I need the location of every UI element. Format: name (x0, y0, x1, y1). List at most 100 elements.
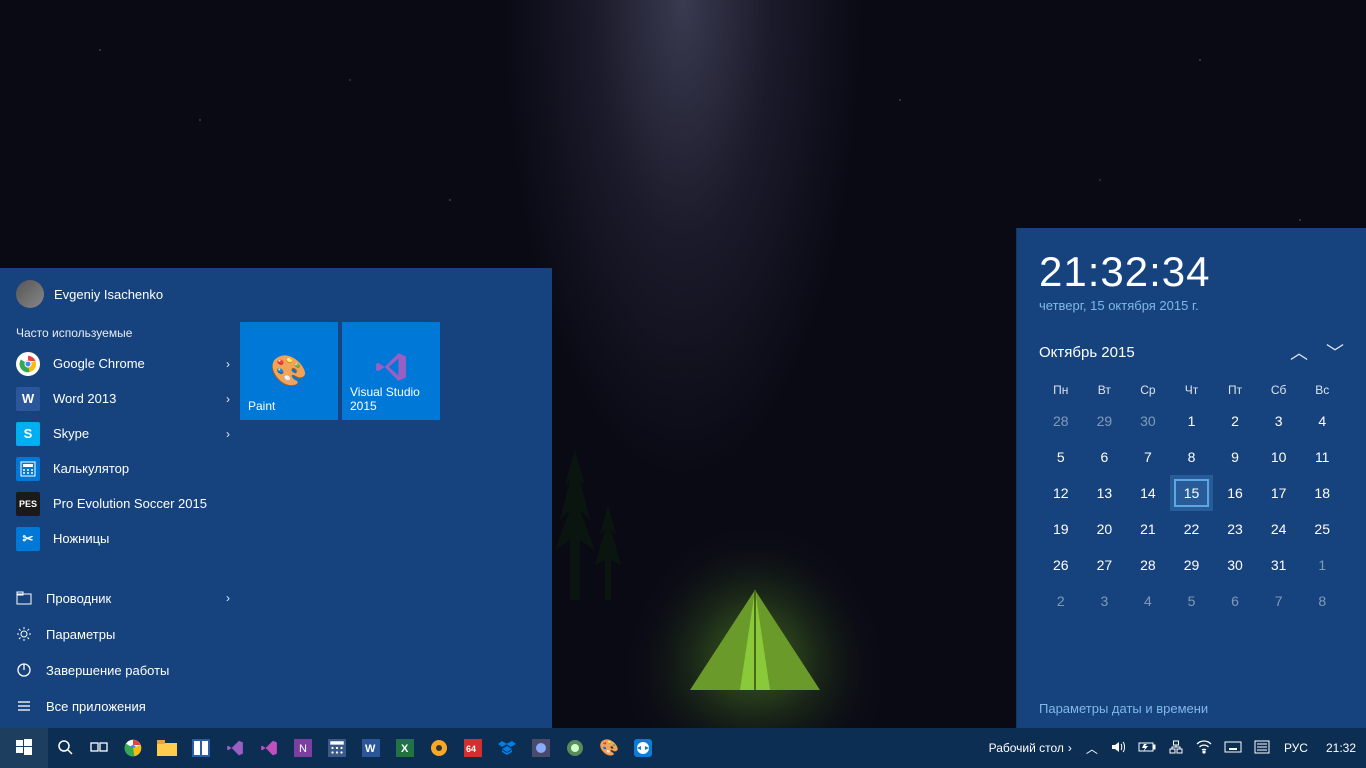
taskbar-clock[interactable]: 21:32 (1316, 728, 1366, 768)
taskbar-app-explorer[interactable] (150, 728, 184, 768)
calendar-next-button[interactable]: ﹀ (1326, 339, 1344, 365)
calendar-day[interactable]: 21 (1126, 511, 1170, 547)
app-item-word[interactable]: W Word 2013 › (0, 381, 240, 416)
calendar-day[interactable]: 12 (1039, 475, 1083, 511)
all-apps-button[interactable]: Все приложения (0, 688, 240, 724)
calendar-day[interactable]: 7 (1126, 439, 1170, 475)
power-button[interactable]: Завершение работы (0, 652, 240, 688)
windows-logo-icon (16, 739, 32, 758)
app-item-snipping[interactable]: ✂ Ножницы (0, 521, 240, 556)
calendar-day[interactable]: 23 (1213, 511, 1257, 547)
calendar-flyout: 21:32:34 четверг, 15 октября 2015 г. Окт… (1016, 228, 1366, 728)
calendar-day[interactable]: 7 (1257, 583, 1301, 619)
calendar-day[interactable]: 13 (1083, 475, 1127, 511)
explorer-button[interactable]: Проводник › (0, 580, 240, 616)
taskbar-app-excel[interactable]: X (388, 728, 422, 768)
taskbar-app-app1[interactable] (524, 728, 558, 768)
language-indicator[interactable]: РУС (1276, 728, 1316, 768)
calendar-day[interactable]: 16 (1213, 475, 1257, 511)
user-account-button[interactable]: Evgeniy Isachenko (0, 280, 240, 326)
calendar-day[interactable]: 31 (1257, 547, 1301, 583)
calendar-day[interactable]: 3 (1257, 403, 1301, 439)
taskbar-app-total-commander[interactable] (184, 728, 218, 768)
calendar-day[interactable]: 4 (1126, 583, 1170, 619)
app-item-pes[interactable]: PES Pro Evolution Soccer 2015 (0, 486, 240, 521)
taskbar-app-app2[interactable] (558, 728, 592, 768)
calendar-day[interactable]: 18 (1300, 475, 1344, 511)
calendar-day[interactable]: 5 (1170, 583, 1214, 619)
calendar-day[interactable]: 6 (1213, 583, 1257, 619)
calendar-day[interactable]: 27 (1083, 547, 1127, 583)
start-bottom-list: Проводник › Параметры Завершение работы … (0, 580, 240, 724)
taskbar-app-teamviewer[interactable] (626, 728, 660, 768)
paint-icon: 🎨 (599, 738, 619, 758)
taskbar-app-aida64[interactable]: 64 (456, 728, 490, 768)
calendar-day[interactable]: 30 (1213, 547, 1257, 583)
calendar-day[interactable]: 29 (1170, 547, 1214, 583)
sys-label: Проводник (46, 591, 111, 606)
calendar-day[interactable]: 28 (1126, 547, 1170, 583)
calendar-day[interactable]: 19 (1039, 511, 1083, 547)
tray-chevron-button[interactable]: ︿ (1080, 728, 1104, 768)
calendar-day[interactable]: 5 (1039, 439, 1083, 475)
task-view-button[interactable] (82, 728, 116, 768)
app-item-calculator[interactable]: Калькулятор (0, 451, 240, 486)
calendar-day[interactable]: 2 (1213, 403, 1257, 439)
app-item-skype[interactable]: S Skype › (0, 416, 240, 451)
calendar-day[interactable]: 4 (1300, 403, 1344, 439)
app-item-chrome[interactable]: Google Chrome › (0, 346, 240, 381)
calendar-day[interactable]: 15 (1170, 475, 1214, 511)
calendar-day[interactable]: 30 (1126, 403, 1170, 439)
calendar-day[interactable]: 9 (1213, 439, 1257, 475)
tile-visual-studio[interactable]: Visual Studio 2015 (342, 322, 440, 420)
taskbar-app-media[interactable] (422, 728, 456, 768)
calendar-day[interactable]: 6 (1083, 439, 1127, 475)
tray-volume-button[interactable] (1104, 728, 1132, 768)
calendar-day[interactable]: 1 (1300, 547, 1344, 583)
start-menu-left-column: Evgeniy Isachenko Часто используемые Goo… (0, 268, 240, 728)
calendar-day[interactable]: 20 (1083, 511, 1127, 547)
search-button[interactable] (48, 728, 82, 768)
taskbar-app-onenote[interactable]: N (286, 728, 320, 768)
calendar-day[interactable]: 29 (1083, 403, 1127, 439)
calendar-day[interactable]: 2 (1039, 583, 1083, 619)
date-time-settings-link[interactable]: Параметры даты и времени (1039, 693, 1344, 716)
calendar-day[interactable]: 11 (1300, 439, 1344, 475)
taskbar-app-calculator[interactable] (320, 728, 354, 768)
calendar-day[interactable]: 17 (1257, 475, 1301, 511)
calendar-day[interactable]: 14 (1126, 475, 1170, 511)
calendar-day[interactable]: 10 (1257, 439, 1301, 475)
taskbar-app-word[interactable]: W (354, 728, 388, 768)
onenote-icon: N (293, 738, 313, 758)
taskbar-app-dropbox[interactable] (490, 728, 524, 768)
tray-network-button[interactable] (1162, 728, 1190, 768)
calendar-day[interactable]: 8 (1170, 439, 1214, 475)
calendar-day[interactable]: 8 (1300, 583, 1344, 619)
calendar-day[interactable]: 3 (1083, 583, 1127, 619)
tile-paint[interactable]: 🎨 Paint (240, 322, 338, 420)
calendar-day[interactable]: 1 (1170, 403, 1214, 439)
calendar-day[interactable]: 26 (1039, 547, 1083, 583)
tray-power-button[interactable] (1132, 728, 1162, 768)
start-button[interactable] (0, 728, 48, 768)
taskbar-app-paint[interactable]: 🎨 (592, 728, 626, 768)
svg-text:64: 64 (466, 744, 476, 754)
tray-input-button[interactable] (1218, 728, 1248, 768)
taskbar-app-visual-studio-blend[interactable] (252, 728, 286, 768)
settings-button[interactable]: Параметры (0, 616, 240, 652)
calendar-day[interactable]: 24 (1257, 511, 1301, 547)
calendar-day[interactable]: 28 (1039, 403, 1083, 439)
calendar-prev-button[interactable]: ︿ (1290, 339, 1308, 365)
tray-wifi-button[interactable] (1190, 728, 1218, 768)
tray-ime-button[interactable] (1248, 728, 1276, 768)
app-label: Калькулятор (53, 461, 129, 476)
aida64-icon: 64 (463, 738, 483, 758)
clock-date[interactable]: четверг, 15 октября 2015 г. (1039, 298, 1344, 313)
calendar-day[interactable]: 25 (1300, 511, 1344, 547)
show-desktop-button[interactable]: Рабочий стол › (985, 728, 1080, 768)
calendar-day[interactable]: 22 (1170, 511, 1214, 547)
calendar-dow: Вс (1300, 377, 1344, 403)
taskbar-app-visual-studio[interactable] (218, 728, 252, 768)
calendar-month-label[interactable]: Октябрь 2015 (1039, 344, 1135, 361)
taskbar-app-chrome[interactable] (116, 728, 150, 768)
